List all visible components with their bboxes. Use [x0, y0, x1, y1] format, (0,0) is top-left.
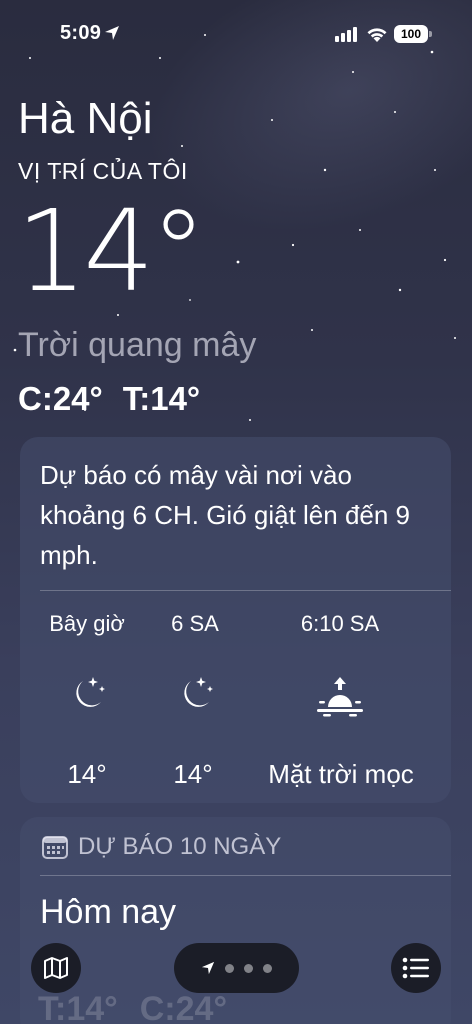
high-low: C:24° T:14°	[18, 380, 200, 418]
ten-day-title: DỰ BÁO 10 NGÀY	[78, 833, 282, 860]
status-bar: 5:09 100	[0, 0, 472, 64]
low-temperature: T:14°	[122, 380, 201, 417]
page-indicator[interactable]	[174, 943, 299, 993]
hour-temperature: 14°	[173, 759, 213, 789]
my-location-label: VỊ TRÍ CỦA TÔI	[18, 158, 188, 184]
forecast-summary: Dự báo có mây vài nơi vào khoảng 6 CH. G…	[40, 460, 411, 570]
location-arrow-icon	[201, 961, 215, 975]
signal-icon	[335, 27, 357, 42]
hour-label: 6 SA	[171, 611, 219, 636]
day-low: T:14°	[38, 990, 118, 1024]
calendar-icon	[42, 836, 68, 859]
battery-cap	[429, 31, 432, 37]
sunrise-label: Mặt trời mọc	[268, 759, 414, 789]
day-row-peek: T:14° C:24°	[38, 990, 227, 1024]
current-temperature: 14°	[16, 187, 207, 317]
list-icon	[402, 957, 429, 979]
battery-icon: 100	[394, 25, 428, 43]
hour-label: 6:10 SA	[300, 611, 380, 636]
map-button[interactable]	[31, 943, 81, 993]
hourly-forecast-card[interactable]: Dự báo có mây vài nơi vào khoảng 6 CH. G…	[20, 437, 451, 803]
page-dot[interactable]	[225, 963, 234, 973]
wifi-icon	[367, 28, 387, 42]
moon-stars-icon	[184, 677, 213, 707]
hour-item-sunrise: 6:10 SA	[270, 611, 410, 637]
page-dot[interactable]	[263, 963, 272, 973]
list-button[interactable]	[391, 943, 441, 993]
sunrise-icon	[317, 677, 363, 717]
hour-temperature: 14°	[67, 759, 107, 789]
card-divider	[40, 590, 451, 591]
city-name: Hà Nội	[18, 94, 153, 143]
day-row-today[interactable]: Hôm nay	[40, 893, 176, 932]
hour-value-6am: 14°	[148, 759, 238, 790]
card-divider	[40, 875, 451, 876]
location-arrow-icon	[105, 26, 119, 40]
current-condition: Trời quang mây	[18, 326, 257, 364]
hour-value-sunrise: Mặt trời mọc	[248, 759, 434, 790]
status-time: 5:09	[60, 22, 102, 44]
map-icon	[44, 957, 68, 979]
hour-label: Bây giờ	[49, 611, 125, 636]
day-high: C:24°	[139, 990, 228, 1024]
ten-day-header: DỰ BÁO 10 NGÀY	[42, 833, 281, 861]
hour-item-now: Bây giờ	[42, 611, 132, 637]
high-temperature: C:24°	[18, 380, 103, 417]
moon-stars-icon	[76, 677, 105, 707]
page-dot[interactable]	[244, 963, 253, 973]
hour-item-6am: 6 SA	[150, 611, 240, 637]
hour-value-now: 14°	[42, 759, 132, 790]
